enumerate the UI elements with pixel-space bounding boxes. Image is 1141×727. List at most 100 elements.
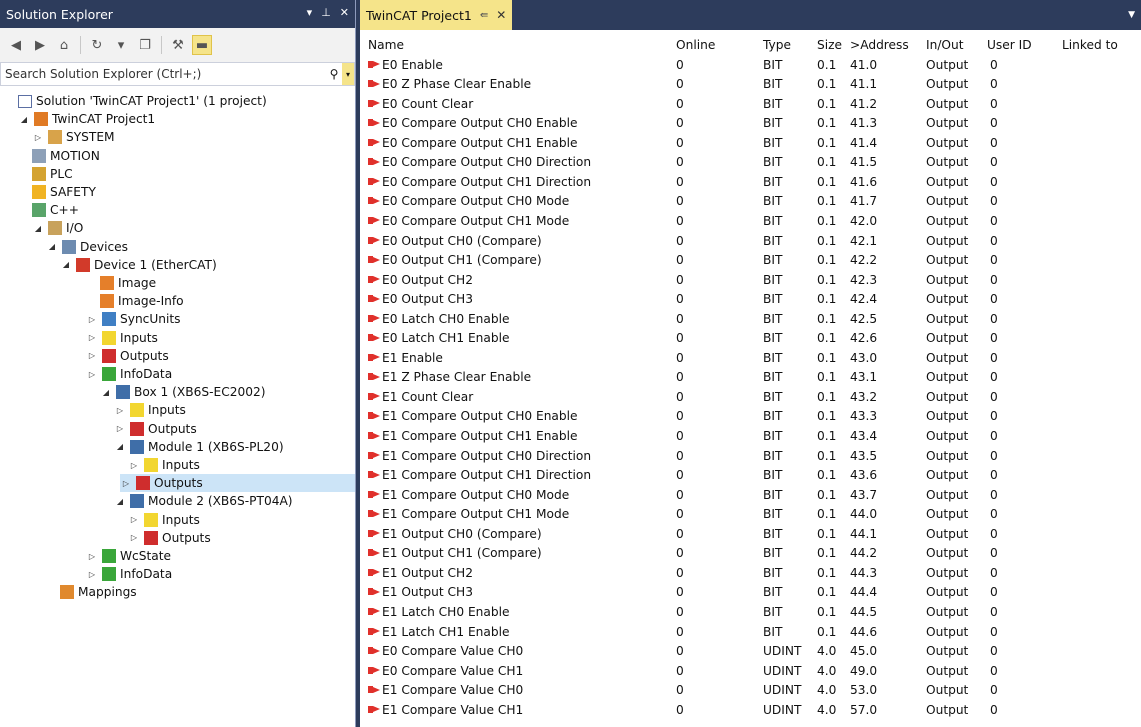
table-row[interactable]: E0 Compare Output CH1 Enable 0 BIT 0.1 41.4 O… <box>360 134 1141 154</box>
search-box[interactable]: Search Solution Explorer (Ctrl+;) ⚲ ▾ <box>0 62 355 86</box>
tree-item[interactable]: ◢ I/O <box>32 219 83 237</box>
collapse-arrow-icon[interactable]: ◢ <box>114 442 126 451</box>
table-row[interactable]: E0 Enable 0 BIT 0.1 41.0 Output 0 <box>360 56 1141 76</box>
expand-arrow-icon[interactable]: ▷ <box>128 533 140 542</box>
expand-arrow-icon[interactable]: ▷ <box>32 133 44 142</box>
column-header-linked-to[interactable]: Linked to <box>1062 36 1118 56</box>
tree-item[interactable]: ◢ Box 1 (XB6S-EC2002) <box>100 383 266 401</box>
tab-pin-icon[interactable]: ⇚ <box>480 10 488 21</box>
tree-item[interactable]: ◢ Module 1 (XB6S-PL20) <box>114 438 284 456</box>
tree-item[interactable]: Image <box>100 274 156 292</box>
tree-item[interactable]: ▷ Outputs <box>114 420 197 438</box>
tree-item[interactable]: ◢ Module 2 (XB6S-PT04A) <box>114 492 293 510</box>
collapse-arrow-icon[interactable]: ◢ <box>114 497 126 506</box>
table-row[interactable]: E0 Compare Output CH1 Mode 0 BIT 0.1 42.0 Out… <box>360 212 1141 232</box>
column-header-online[interactable]: Online <box>676 36 715 56</box>
tree-item[interactable]: ▷ WcState <box>86 547 171 565</box>
search-icon[interactable]: ⚲ <box>326 67 342 81</box>
table-row[interactable]: E1 Compare Value CH0 0 UDINT 4.0 53.0 Output 0 <box>360 681 1141 701</box>
tree-item[interactable]: ◢ TwinCAT Project1 <box>18 110 155 128</box>
copy-icon[interactable]: ❐ <box>135 35 155 55</box>
table-row[interactable]: E0 Compare Output CH1 Direction 0 BIT 0.1 41… <box>360 173 1141 193</box>
expand-arrow-icon[interactable]: ▷ <box>86 333 98 342</box>
table-row[interactable]: E0 Compare Output CH0 Direction 0 BIT 0.1 41… <box>360 153 1141 173</box>
close-icon[interactable]: ✕ <box>340 6 349 19</box>
table-row[interactable]: E0 Count Clear 0 BIT 0.1 41.2 Output 0 <box>360 95 1141 115</box>
table-row[interactable]: E1 Compare Value CH1 0 UDINT 4.0 57.0 Output 0 <box>360 701 1141 721</box>
table-row[interactable]: E1 Compare Output CH0 Direction 0 BIT 0.1 43… <box>360 447 1141 467</box>
tree-item[interactable]: PLC <box>32 165 73 183</box>
table-row[interactable]: E0 Output CH2 0 BIT 0.1 42.3 Output 0 <box>360 271 1141 291</box>
column-header-in-out[interactable]: In/Out <box>926 36 964 56</box>
table-row[interactable]: E0 Compare Value CH1 0 UDINT 4.0 49.0 Output 0 <box>360 662 1141 682</box>
table-row[interactable]: E1 Compare Output CH1 Direction 0 BIT 0.1 43… <box>360 466 1141 486</box>
table-row[interactable]: E1 Output CH3 0 BIT 0.1 44.4 Output 0 <box>360 583 1141 603</box>
table-row[interactable]: E0 Output CH1 (Compare) 0 BIT 0.1 42.2 Output… <box>360 251 1141 271</box>
tab-twincat-project1[interactable]: TwinCAT Project1 ⇚ ✕ <box>360 0 513 30</box>
collapse-arrow-icon[interactable]: ◢ <box>32 224 44 233</box>
tree-item[interactable]: Solution 'TwinCAT Project1' (1 project) <box>18 92 267 110</box>
expand-arrow-icon[interactable]: ▷ <box>86 370 98 379</box>
table-row[interactable]: E1 Compare Output CH0 Enable 0 BIT 0.1 43.3 O… <box>360 407 1141 427</box>
tree-item[interactable]: ▷ SyncUnits <box>86 310 181 328</box>
expand-arrow-icon[interactable]: ▷ <box>86 570 98 579</box>
tree-item[interactable]: ▷ Inputs <box>86 329 158 347</box>
table-row[interactable]: E1 Compare Output CH1 Enable 0 BIT 0.1 43.4 O… <box>360 427 1141 447</box>
preview-selected-items-icon[interactable]: ▬ <box>192 35 212 55</box>
tree-item[interactable]: ◢ Device 1 (EtherCAT) <box>60 256 217 274</box>
table-row[interactable]: E1 Output CH0 (Compare) 0 BIT 0.1 44.1 Output… <box>360 525 1141 545</box>
table-row[interactable]: E0 Compare Value CH0 0 UDINT 4.0 45.0 Output 0 <box>360 642 1141 662</box>
tree-item[interactable]: ▷ InfoData <box>86 365 172 383</box>
expand-arrow-icon[interactable]: ▷ <box>114 424 126 433</box>
tree-item[interactable]: C++ <box>32 201 79 219</box>
dropdown-arrow-icon[interactable]: ▾ <box>111 35 131 55</box>
table-row[interactable]: E1 Output CH1 (Compare) 0 BIT 0.1 44.2 Output… <box>360 544 1141 564</box>
table-row[interactable]: E1 Compare Output CH1 Mode 0 BIT 0.1 44.0 Out… <box>360 505 1141 525</box>
column-header-address[interactable]: >Address <box>850 36 909 56</box>
table-row[interactable]: E1 Z Phase Clear Enable 0 BIT 0.1 43.1 Output… <box>360 368 1141 388</box>
forward-icon[interactable]: ▶ <box>30 35 50 55</box>
table-row[interactable]: E1 Enable 0 BIT 0.1 43.0 Output 0 <box>360 349 1141 369</box>
tree-item[interactable]: ▷ Outputs <box>86 347 169 365</box>
expand-arrow-icon[interactable]: ▷ <box>114 406 126 415</box>
history-icon[interactable]: ↻ <box>87 35 107 55</box>
collapse-arrow-icon[interactable]: ◢ <box>18 115 30 124</box>
collapse-arrow-icon[interactable]: ◢ <box>100 388 112 397</box>
tree-item[interactable]: ▷ Outputs <box>128 529 211 547</box>
expand-arrow-icon[interactable]: ▷ <box>128 515 140 524</box>
table-row[interactable]: E0 Latch CH0 Enable 0 BIT 0.1 42.5 Output 0 <box>360 310 1141 330</box>
tree-item[interactable]: ▷ Inputs <box>128 456 200 474</box>
table-row[interactable]: E1 Compare Output CH0 Mode 0 BIT 0.1 43.7 Out… <box>360 486 1141 506</box>
tab-close-icon[interactable]: ✕ <box>496 8 506 22</box>
tab-overflow-icon[interactable]: ▼ <box>1128 10 1135 20</box>
expand-arrow-icon[interactable]: ▷ <box>128 461 140 470</box>
back-icon[interactable]: ◀ <box>6 35 26 55</box>
expand-arrow-icon[interactable]: ▷ <box>86 315 98 324</box>
pin-icon[interactable]: ⊥ <box>321 6 331 19</box>
tree-item[interactable]: ▷ Outputs <box>120 474 355 493</box>
tree-item[interactable]: SAFETY <box>32 183 96 201</box>
expand-arrow-icon[interactable]: ▷ <box>120 479 132 488</box>
column-header-type[interactable]: Type <box>763 36 791 56</box>
tree-item[interactable]: ▷ Inputs <box>114 401 186 419</box>
table-row[interactable]: E0 Latch CH1 Enable 0 BIT 0.1 42.6 Output 0 <box>360 329 1141 349</box>
tree-item[interactable]: ▷ Inputs <box>128 511 200 529</box>
home-icon[interactable]: ⌂ <box>54 35 74 55</box>
tree-item[interactable]: ▷ InfoData <box>86 565 172 583</box>
expand-arrow-icon[interactable]: ▷ <box>86 351 98 360</box>
tree-item[interactable]: ◢ Devices <box>46 238 128 256</box>
table-row[interactable]: E1 Output CH2 0 BIT 0.1 44.3 Output 0 <box>360 564 1141 584</box>
tree-item[interactable]: Image-Info <box>100 292 184 310</box>
table-row[interactable]: E1 Latch CH0 Enable 0 BIT 0.1 44.5 Output 0 <box>360 603 1141 623</box>
column-header-user-id[interactable]: User ID <box>987 36 1032 56</box>
collapse-arrow-icon[interactable]: ◢ <box>60 260 72 269</box>
properties-wrench-icon[interactable]: ⚒ <box>168 35 188 55</box>
tree-item[interactable]: Mappings <box>60 583 137 601</box>
tree-item[interactable]: ▷ SYSTEM <box>32 128 115 146</box>
table-row[interactable]: E0 Z Phase Clear Enable 0 BIT 0.1 41.1 Output… <box>360 75 1141 95</box>
table-row[interactable]: E1 Latch CH1 Enable 0 BIT 0.1 44.6 Output 0 <box>360 623 1141 643</box>
expand-arrow-icon[interactable]: ▷ <box>86 552 98 561</box>
tree-item[interactable]: MOTION <box>32 147 100 165</box>
table-row[interactable]: E0 Compare Output CH0 Enable 0 BIT 0.1 41.3 O… <box>360 114 1141 134</box>
column-header-name[interactable]: Name <box>368 36 404 56</box>
